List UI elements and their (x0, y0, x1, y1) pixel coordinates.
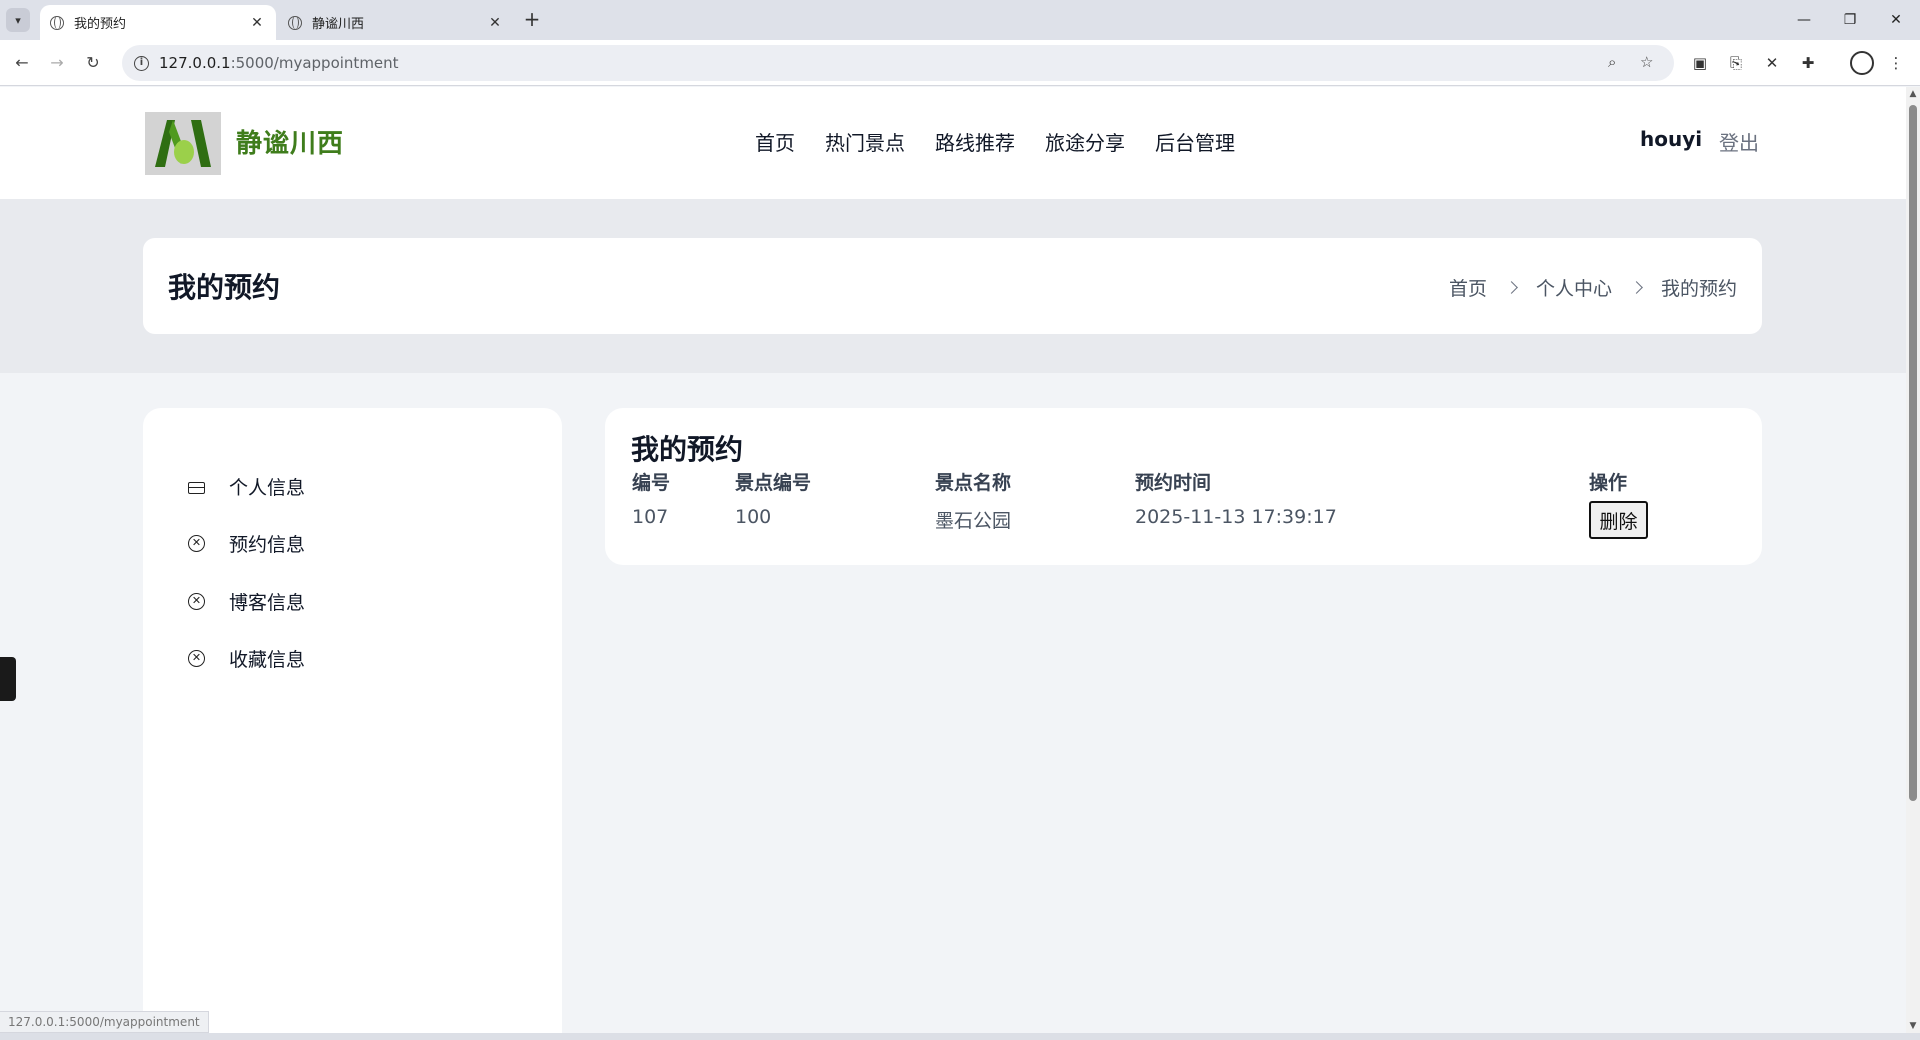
forward-icon[interactable]: → (45, 51, 69, 75)
column-header-spot-id: 景点编号 (735, 472, 812, 494)
nav-routes[interactable]: 路线推荐 (935, 127, 1015, 156)
browser-toolbar: ← → ↻ i 127.0.0.1:5000/myappointment ⌕ ☆… (0, 40, 1920, 86)
address-bar[interactable]: i 127.0.0.1:5000/myappointment ⌕ ☆ (122, 45, 1674, 81)
cell-time: 2025-11-13 17:39:17 (1135, 506, 1337, 528)
sidebar-item-blogs[interactable]: ✕ 博客信息 (188, 588, 305, 615)
logout-link[interactable]: 登出 (1719, 127, 1759, 156)
bookmark-star-icon[interactable]: ☆ (1640, 53, 1653, 71)
extension-x-icon[interactable]: ✕ (1760, 51, 1784, 75)
tab-close-icon[interactable]: ✕ (486, 15, 504, 31)
sidebar-item-favorites[interactable]: ✕ 收藏信息 (188, 645, 305, 672)
sidebar-item-label: 预约信息 (229, 534, 306, 556)
extensions-puzzle-icon[interactable]: ✚ (1796, 51, 1820, 75)
circle-x-icon: ✕ (188, 593, 205, 610)
nav-hot-spots[interactable]: 热门景点 (825, 127, 905, 156)
url-path: :5000/myappointment (230, 54, 399, 72)
profile-avatar[interactable] (1850, 51, 1874, 75)
appointments-card: 我的预约 编号 景点编号 景点名称 预约时间 操作 107 100 墨石公园 2… (605, 408, 1762, 565)
cell-spot-name: 墨石公园 (935, 510, 1012, 532)
breadcrumb: 首页 个人中心 我的预约 (1449, 274, 1737, 301)
column-header-action: 操作 (1589, 472, 1628, 494)
scroll-down-icon[interactable]: ▼ (1908, 1021, 1918, 1031)
browser-menu-icon[interactable]: ⋮ (1884, 51, 1908, 75)
sidebar-item-personal-info[interactable]: 个人信息 (188, 473, 305, 500)
sidebar-item-label: 个人信息 (229, 477, 306, 499)
username[interactable]: houyi (1640, 127, 1702, 151)
reading-list-icon[interactable]: ⎘ (1724, 51, 1748, 75)
web-page: 静谧川西 首页 热门景点 路线推荐 旅途分享 后台管理 houyi 登出 我的预… (0, 87, 1906, 1033)
url-host: 127.0.0.1 (159, 54, 231, 72)
breadcrumb-personal-center[interactable]: 个人中心 (1536, 274, 1612, 301)
site-name: 静谧川西 (236, 129, 345, 159)
page-title: 我的预约 (168, 271, 281, 304)
back-icon[interactable]: ← (10, 51, 34, 75)
column-header-spot-name: 景点名称 (935, 472, 1012, 494)
title-card: 我的预约 首页 个人中心 我的预约 (143, 238, 1762, 334)
bottom-strip (0, 1033, 1920, 1040)
reload-icon[interactable]: ↻ (81, 51, 105, 75)
tab-search-icon[interactable]: ▾ (6, 8, 30, 32)
window-close-icon[interactable]: ✕ (1878, 8, 1914, 32)
nav-home[interactable]: 首页 (755, 127, 795, 156)
circle-x-icon: ✕ (188, 535, 205, 552)
globe-icon (288, 15, 302, 30)
sidebar-item-label: 收藏信息 (229, 649, 306, 671)
floating-side-widget[interactable] (0, 657, 16, 701)
scroll-up-icon[interactable]: ▲ (1908, 89, 1918, 99)
sidebar-item-appointments[interactable]: ✕ 预约信息 (188, 530, 305, 557)
site-logo[interactable] (145, 112, 221, 175)
new-tab-button[interactable]: + (520, 8, 544, 32)
column-header-time: 预约时间 (1135, 472, 1212, 494)
site-header: 静谧川西 首页 热门景点 路线推荐 旅途分享 后台管理 houyi 登出 (0, 87, 1906, 199)
cell-spot-id: 100 (735, 506, 772, 528)
chevron-right-icon (1630, 281, 1643, 294)
circle-x-icon: ✕ (188, 650, 205, 667)
chevron-right-icon (1505, 281, 1518, 294)
restore-icon[interactable]: ❐ (1832, 8, 1868, 32)
column-header-id: 编号 (632, 472, 671, 494)
site-info-icon[interactable]: i (134, 55, 149, 71)
tab-title: 我的预约 (74, 17, 127, 32)
globe-icon (50, 15, 64, 30)
main-nav: 首页 热门景点 路线推荐 旅途分享 后台管理 (755, 127, 1235, 156)
minimize-icon[interactable]: — (1786, 8, 1822, 32)
cell-id: 107 (632, 506, 669, 528)
breadcrumb-current: 我的预约 (1660, 278, 1737, 300)
extension-icon[interactable]: ▣ (1688, 51, 1712, 75)
delete-button[interactable]: 删除 (1589, 501, 1648, 539)
tab-site-home[interactable]: 静谧川西 ✕ (278, 5, 514, 40)
browser-tab-bar: ▾ 我的预约 ✕ 静谧川西 ✕ + — ❐ ✕ (0, 0, 1920, 40)
nav-travel-share[interactable]: 旅途分享 (1045, 127, 1125, 156)
nav-admin[interactable]: 后台管理 (1155, 127, 1235, 156)
status-bar-url: 127.0.0.1:5000/myappointment (0, 1011, 209, 1033)
sidebar-item-label: 博客信息 (229, 592, 306, 614)
scroll-thumb[interactable] (1909, 105, 1917, 801)
tab-close-icon[interactable]: ✕ (248, 15, 266, 31)
appointments-title: 我的预约 (631, 433, 744, 466)
breadcrumb-home[interactable]: 首页 (1449, 274, 1487, 301)
tab-my-appointment[interactable]: 我的预约 ✕ (40, 5, 276, 40)
zoom-icon[interactable]: ⌕ (1608, 53, 1616, 71)
personal-sidebar: 个人信息 ✕ 预约信息 ✕ 博客信息 ✕ 收藏信息 (143, 408, 562, 1033)
tab-title: 静谧川西 (312, 17, 365, 32)
id-card-icon (188, 481, 205, 494)
logo-mountain-icon (145, 112, 221, 175)
page-scrollbar[interactable]: ▲ ▼ (1906, 87, 1920, 1033)
